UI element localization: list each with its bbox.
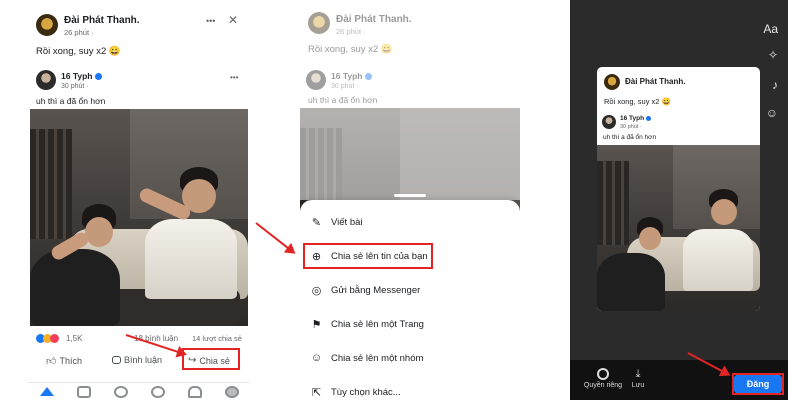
shared-author-name[interactable]: 16 Typh: [61, 71, 102, 81]
marketplace-icon[interactable]: [150, 385, 165, 398]
verified-badge-icon: [646, 115, 652, 121]
save-button[interactable]: ⤓ Lưu: [626, 368, 650, 389]
group-icon: ☺: [310, 352, 323, 364]
shared-post-text: uh thì a đã ổn hơn: [603, 134, 657, 141]
verified-badge-icon: [94, 73, 102, 81]
overlay-dim[interactable]: [300, 0, 520, 200]
page-name[interactable]: Đài Phát Thanh.: [64, 15, 140, 26]
like-label: Thích: [59, 356, 82, 366]
privacy-gear-icon: [597, 368, 609, 380]
reaction-icons[interactable]: [36, 334, 59, 343]
write-post-label: Viết bài: [331, 216, 363, 228]
edit-icon: ✎: [311, 216, 322, 229]
comment-button[interactable]: Bình luận: [112, 355, 162, 365]
shared-post-time: 30 phút ·: [61, 83, 89, 90]
page-name: Đài Phát Thanh.: [625, 77, 686, 86]
save-label: Lưu: [631, 382, 645, 389]
privacy-label: Quyền riêng: [583, 382, 623, 389]
page-avatar: [604, 74, 620, 90]
story-editor-screen: Aa ✧ ♪ ☺ Đài Phát Thanh. Rồi xong, suy x…: [570, 0, 788, 400]
comment-icon: [112, 356, 121, 364]
post-photo: [597, 145, 760, 311]
shared-author-name: 16 Typh: [620, 115, 652, 122]
privacy-button[interactable]: Quyền riêng: [580, 368, 626, 389]
post-photo[interactable]: [30, 109, 248, 326]
write-post-option[interactable]: ✎ Viết bài: [310, 212, 510, 232]
more-options-option[interactable]: ⇱ Tùy chọn khác...: [310, 382, 510, 400]
drag-handle[interactable]: [394, 194, 426, 197]
post-caption: Rồi xong, suy x2 😀: [36, 46, 121, 57]
bottom-navigation: [28, 382, 250, 400]
more-options-label: Tùy chọn khác...: [331, 386, 401, 398]
shared-more-icon[interactable]: •••: [230, 71, 238, 85]
page-avatar[interactable]: [36, 14, 58, 36]
external-icon: ⇱: [311, 386, 322, 399]
share-count[interactable]: 14 lượt chia sẻ: [192, 334, 242, 343]
send-messenger-label: Gửi bằng Messenger: [331, 284, 421, 296]
post-caption: Rồi xong, suy x2 😀: [604, 97, 671, 106]
download-icon: ⤓: [635, 368, 641, 380]
share-sheet: ✎ Viết bài ⊕ Chia sẻ lên tin của bạn ◎ G…: [300, 194, 520, 400]
comment-label: Bình luận: [124, 355, 163, 365]
share-to-page-label: Chia sẻ lên một Trang: [331, 318, 424, 330]
shared-post-text: uh thì a đã ổn hơn: [36, 96, 106, 106]
sparkle-effects-icon[interactable]: ✧: [768, 48, 778, 62]
share-to-group-option[interactable]: ☺ Chia sẻ lên một nhóm: [310, 348, 510, 368]
reaction-count[interactable]: 1,5K: [66, 334, 82, 343]
text-tool-button[interactable]: Aa: [763, 22, 778, 36]
share-to-page-option[interactable]: ⚑ Chia sẻ lên một Trang: [310, 314, 510, 334]
flag-icon: ⚑: [311, 318, 322, 331]
tag-people-icon[interactable]: ☺: [766, 106, 778, 120]
shared-post-time: 30 phút ·: [620, 124, 642, 130]
post-screen: Đài Phát Thanh. 26 phút · ••• ✕ Rồi xong…: [28, 0, 250, 400]
thumbs-up-icon: 👍︎: [46, 356, 57, 367]
share-to-story-highlight-box: [303, 243, 433, 269]
messenger-icon: ◎: [311, 284, 322, 297]
share-sheet-screen: Đài Phát Thanh. 26 phút · Rồi xong, suy …: [300, 0, 520, 400]
home-icon[interactable]: [39, 387, 54, 396]
friends-icon[interactable]: [113, 385, 128, 398]
more-options-icon[interactable]: •••: [206, 14, 215, 28]
pointer-arrow: [255, 222, 295, 254]
send-messenger-option[interactable]: ◎ Gửi bằng Messenger: [310, 280, 510, 300]
share-highlight-box: [182, 348, 240, 370]
like-button[interactable]: 👍︎ Thích: [46, 355, 82, 367]
shared-post-card[interactable]: Đài Phát Thanh. Rồi xong, suy x2 😀 16 Ty…: [597, 67, 760, 311]
shared-author-avatar[interactable]: [36, 70, 56, 90]
video-icon[interactable]: [76, 385, 91, 398]
share-to-group-label: Chia sẻ lên một nhóm: [331, 352, 424, 364]
notifications-icon[interactable]: [187, 385, 202, 398]
music-icon[interactable]: ♪: [772, 78, 778, 92]
close-icon[interactable]: ✕: [228, 13, 238, 27]
shared-author-avatar: [602, 115, 616, 129]
profile-icon[interactable]: [224, 385, 239, 398]
post-button-highlight-box: [732, 373, 784, 395]
tutorial-screenshot: Đài Phát Thanh. 26 phút · ••• ✕ Rồi xong…: [0, 0, 800, 400]
post-time: 26 phút ·: [64, 28, 94, 37]
